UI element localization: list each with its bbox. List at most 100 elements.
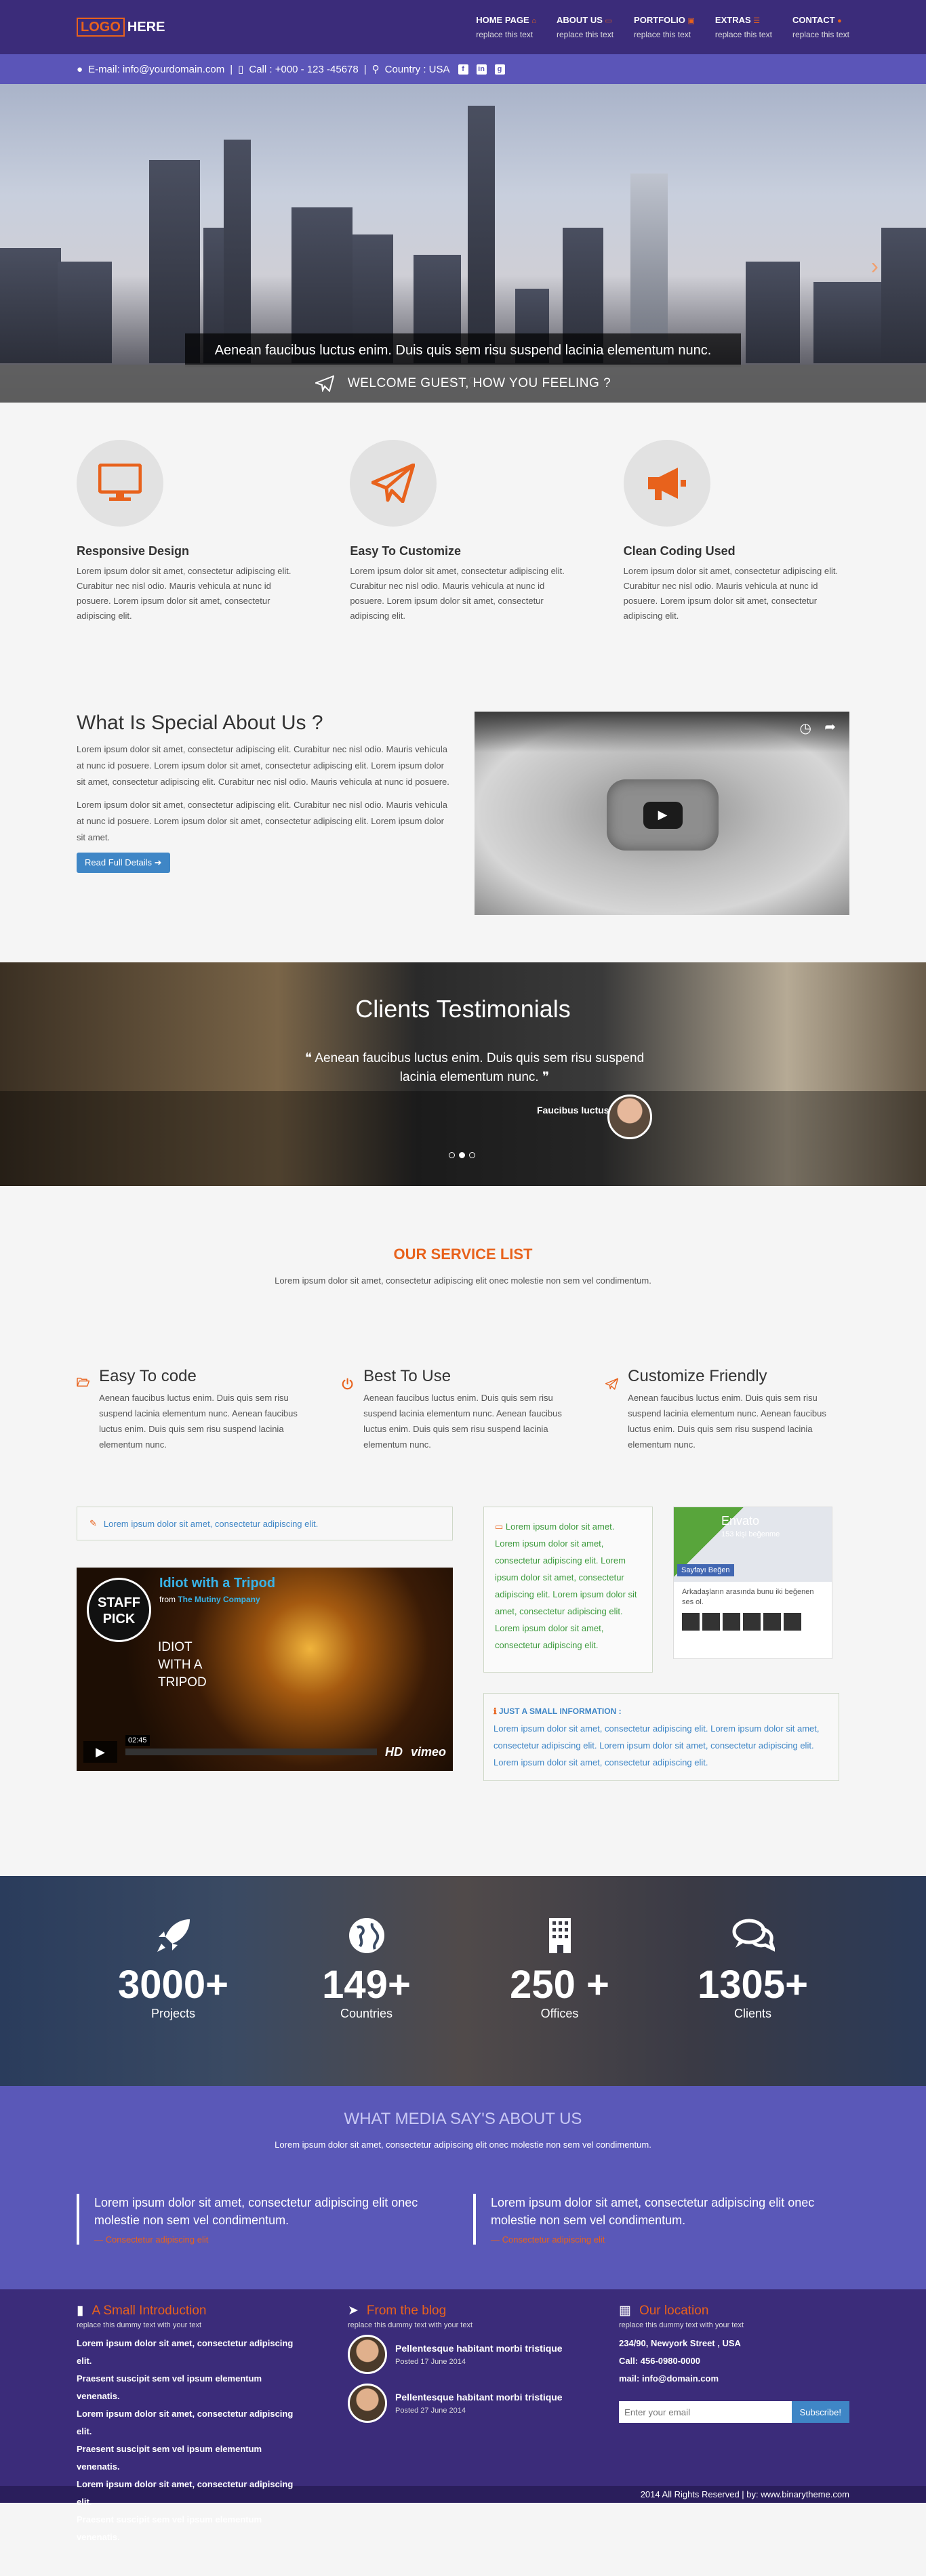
fb-page-name[interactable]: Envato [721, 1514, 759, 1528]
stat-number: 250 + [510, 1963, 609, 2007]
stat-label: Clients [733, 2007, 772, 2020]
building-icon: ▦ [619, 2304, 631, 2318]
fb-face[interactable] [702, 1613, 720, 1631]
nav-item-extras[interactable]: EXTRAS ☰ replace this text [715, 14, 772, 41]
info-icon: ℹ [494, 1706, 497, 1716]
youtube-video[interactable]: ◷ ➦ ▶ [475, 712, 849, 915]
hd-badge[interactable]: HD [385, 1745, 403, 1759]
section-title: WHAT MEDIA SAY'S ABOUT US [344, 2110, 582, 2128]
vimeo-video[interactable]: STAFF PICK Idiot with a Tripod from The … [77, 1568, 453, 1771]
play-button[interactable]: ▶ [83, 1741, 117, 1763]
folder-open-icon [77, 1377, 90, 1387]
vimeo-logo[interactable]: vimeo [411, 1745, 446, 1759]
slider-dot[interactable] [469, 1152, 475, 1158]
intro-line: Lorem ipsum dolor sit amet, consectetur … [77, 2409, 294, 2436]
footer-sub: replace this dummy text with your text [619, 2321, 744, 2329]
facebook-icon[interactable]: f [458, 64, 468, 75]
email-field[interactable] [619, 2401, 792, 2423]
folder-open-icon: ▭ [495, 1521, 504, 1532]
fb-face[interactable] [784, 1613, 801, 1631]
info-bar: ● E-mail: info@yourdomain.com | ▯ Call :… [0, 54, 926, 84]
progress-bar[interactable]: 02:45 [125, 1735, 377, 1755]
power-icon [342, 1378, 353, 1390]
video-from: from The Mutiny Company [159, 1595, 260, 1604]
time-tooltip: 02:45 [125, 1735, 150, 1746]
logo[interactable]: LOGO HERE [77, 17, 165, 37]
quote-text: Lorem ipsum dolor sit amet, consectetur … [491, 2196, 815, 2227]
read-more-button[interactable]: Read Full Details ➜ [77, 853, 170, 873]
google-plus-icon[interactable]: g [494, 64, 505, 75]
image-icon: ▣ [687, 16, 695, 25]
envelope-icon: ● [77, 63, 83, 75]
nav-item-home[interactable]: HOME PAGE ⌂ replace this text [476, 14, 536, 41]
paragraph: Lorem ipsum dolor sit amet, consectetur … [77, 744, 449, 787]
fb-face[interactable] [763, 1613, 781, 1631]
building [0, 248, 61, 363]
post-title[interactable]: Pellentesque habitant morbi tristique [395, 2392, 563, 2403]
edit-icon: ✎ [89, 1518, 97, 1528]
nav-label: CONTACT [792, 14, 835, 25]
company-link[interactable]: The Mutiny Company [178, 1595, 260, 1604]
globe-icon: ● [837, 16, 842, 25]
service-header: OUR SERVICE LIST Lorem ipsum dolor sit a… [0, 1186, 926, 1353]
nav-item-about[interactable]: ABOUT US ▭ replace this text [557, 14, 613, 41]
post-title[interactable]: Pellentesque habitant morbi tristique [395, 2343, 563, 2354]
main-nav: HOME PAGE ⌂ replace this text ABOUT US ▭… [476, 14, 849, 41]
fb-face[interactable] [682, 1613, 700, 1631]
map-marker-icon: ⚲ [371, 64, 380, 75]
hero-slider: › Aenean faucibus luctus enim. Duis quis… [0, 84, 926, 403]
stat-number: 1305+ [698, 1963, 808, 2007]
section-title: OUR SERVICE LIST [393, 1246, 533, 1263]
fb-face[interactable] [743, 1613, 761, 1631]
slider-dot[interactable] [449, 1152, 455, 1158]
nav-item-portfolio[interactable]: PORTFOLIO ▣ replace this text [634, 14, 695, 41]
linkedin-icon[interactable]: in [476, 64, 487, 75]
slider-dots [449, 1152, 475, 1158]
stat-label: Projects [150, 2007, 196, 2020]
video-title[interactable]: Idiot with a Tripod [159, 1576, 275, 1591]
testimonials-section: Clients Testimonials ❝ Aenean faucibus l… [0, 962, 926, 1186]
email-text[interactable]: E-mail: info@yourdomain.com [88, 64, 224, 75]
service-item: Best To Use Aenean faucibus luctus enim.… [341, 1367, 585, 1452]
feature-icon-circle [350, 440, 437, 527]
stat-label: Countries [340, 2007, 393, 2020]
copyright-bar: 2014 All Rights Reserved | by: www.binar… [0, 2486, 926, 2503]
blog-post[interactable]: Pellentesque habitant morbi tristique Po… [348, 2335, 575, 2374]
section-title: What Is Special About Us ? [77, 712, 323, 734]
avatar [607, 1095, 652, 1139]
footer-heading: ➤ From the blog [348, 2303, 575, 2318]
globe-icon [348, 1918, 384, 1953]
slider-next-arrow[interactable]: › [871, 253, 879, 280]
share-icon[interactable]: ➦ [824, 718, 836, 735]
quote-left-icon: ❝ [304, 1051, 313, 1065]
slider-dot[interactable] [459, 1152, 465, 1158]
book-icon: ▮ [77, 2304, 84, 2318]
copyright-text: 2014 All Rights Reserved | by: www.binar… [640, 2489, 849, 2499]
nav-label: ABOUT US [556, 14, 603, 25]
fb-like-button[interactable]: Sayfayı Beğen [677, 1564, 734, 1576]
stats-section: 3000+ Projects 149+ Countries 250 + Offi… [0, 1876, 926, 2086]
welcome-bar: WELCOME GUEST, HOW YOU FEELING ? [0, 365, 926, 403]
stat-number: 149+ [322, 1963, 411, 2007]
post-date: Posted 27 June 2014 [395, 2407, 466, 2415]
intro-line: Lorem ipsum dolor sit amet, consectetur … [77, 2338, 294, 2366]
widgets-right-column: ▭ Lorem ipsum dolor sit amet. Lorem ipsu… [483, 1507, 839, 1781]
play-button[interactable]: ▶ [643, 801, 683, 829]
feature-text: Lorem ipsum dolor sit amet, consectetur … [77, 566, 291, 621]
stat-item: 1305+ Clients [679, 1917, 828, 2021]
heading-text: A Small Introduction [92, 2303, 207, 2318]
paper-plane-icon [315, 375, 334, 392]
subscribe-button[interactable]: Subscribe! [791, 2401, 849, 2423]
clock-icon[interactable]: ◷ [800, 720, 811, 737]
text-box: ▭ Lorem ipsum dolor sit amet. Lorem ipsu… [483, 1507, 653, 1673]
blog-post[interactable]: Pellentesque habitant morbi tristique Po… [348, 2384, 575, 2423]
fb-face[interactable] [723, 1613, 740, 1631]
building [468, 106, 495, 363]
building [224, 140, 251, 363]
home-icon: ⌂ [531, 16, 536, 25]
mail: mail: info@domain.com [619, 2373, 719, 2384]
address: 234/90, Newyork Street , USA [619, 2338, 741, 2348]
fb-likes: 153 kişi beğenme [721, 1530, 780, 1538]
text-box-column: ▭ Lorem ipsum dolor sit amet. Lorem ipsu… [483, 1507, 653, 1673]
nav-item-contact[interactable]: CONTACT ● replace this text [792, 14, 849, 41]
